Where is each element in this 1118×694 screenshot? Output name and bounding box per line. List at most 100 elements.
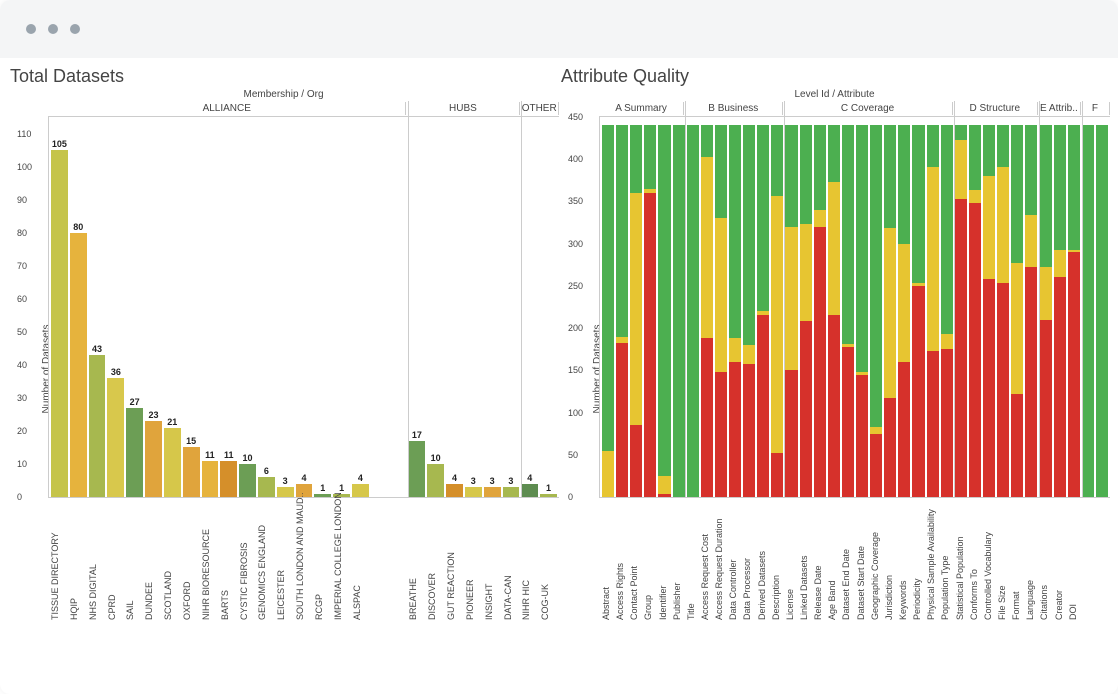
bar-slot[interactable] <box>828 125 840 497</box>
bar-segment-green[interactable] <box>602 125 614 450</box>
bar-segment-green[interactable] <box>814 125 826 209</box>
bar-segment-green[interactable] <box>701 125 713 156</box>
bar-slot[interactable] <box>898 125 910 497</box>
bar-segment-red[interactable] <box>1068 252 1080 497</box>
bar-slot[interactable] <box>983 125 995 497</box>
bar-segment-yellow[interactable] <box>997 167 1009 284</box>
bar-segment-green[interactable] <box>757 125 769 311</box>
bar-slot[interactable] <box>1011 125 1023 497</box>
bar-segment-red[interactable] <box>658 494 670 497</box>
bar-segment-green[interactable] <box>856 125 868 372</box>
bar[interactable] <box>126 408 143 497</box>
bar[interactable] <box>183 447 200 497</box>
bar-segment-green[interactable] <box>828 125 840 182</box>
bar-segment-red[interactable] <box>955 199 967 497</box>
bar-segment-red[interactable] <box>1054 277 1066 497</box>
bar-slot[interactable] <box>616 125 628 497</box>
bar-slot[interactable]: 11 <box>220 461 237 497</box>
bar-slot[interactable]: 36 <box>107 378 124 497</box>
bar-segment-green[interactable] <box>616 125 628 336</box>
bar-segment-red[interactable] <box>1039 320 1051 497</box>
bar-slot[interactable] <box>941 125 953 497</box>
bar-segment-green[interactable] <box>912 125 924 283</box>
bar-slot[interactable] <box>743 125 755 497</box>
bar-segment-red[interactable] <box>1025 267 1037 497</box>
bar[interactable] <box>540 494 557 497</box>
bar-segment-yellow[interactable] <box>701 157 713 339</box>
bar-slot[interactable]: 21 <box>164 428 181 497</box>
bar-segment-yellow[interactable] <box>955 140 967 199</box>
bar-segment-green[interactable] <box>955 125 967 139</box>
quality-chart-area[interactable]: 050100150200250300350400450 <box>599 117 1110 498</box>
bar-segment-red[interactable] <box>884 398 896 497</box>
bar-slot[interactable] <box>757 125 769 497</box>
bar-slot[interactable]: 4 <box>352 484 369 497</box>
bar-segment-green[interactable] <box>630 125 642 193</box>
bar[interactable] <box>239 464 256 497</box>
bar-slot[interactable] <box>856 125 868 497</box>
bar-segment-yellow[interactable] <box>814 210 826 227</box>
bar-slot[interactable]: 10 <box>427 464 444 497</box>
bar-segment-green[interactable] <box>870 125 882 426</box>
bar[interactable] <box>484 487 501 497</box>
bar[interactable] <box>202 461 219 497</box>
bar-slot[interactable] <box>687 125 699 497</box>
bar-slot[interactable] <box>1054 125 1066 497</box>
bar[interactable] <box>220 461 237 497</box>
bar-slot[interactable]: 17 <box>408 441 425 497</box>
bar-slot[interactable]: 15 <box>183 447 200 497</box>
bar-segment-green[interactable] <box>1096 125 1108 497</box>
bar-slot[interactable]: 3 <box>277 487 294 497</box>
bar-slot[interactable]: 3 <box>465 487 482 497</box>
bar-slot[interactable] <box>701 125 713 497</box>
bar-segment-yellow[interactable] <box>1039 267 1051 319</box>
bar-slot[interactable] <box>630 125 642 497</box>
bar-segment-yellow[interactable] <box>602 451 614 497</box>
bar-segment-red[interactable] <box>941 349 953 497</box>
bar[interactable] <box>427 464 444 497</box>
bar-segment-yellow[interactable] <box>729 338 741 362</box>
bar-segment-red[interactable] <box>927 351 939 497</box>
bar-segment-yellow[interactable] <box>969 190 981 203</box>
bar[interactable] <box>521 484 538 497</box>
bar-slot[interactable]: 3 <box>484 487 501 497</box>
bar-segment-green[interactable] <box>1082 125 1094 497</box>
bar-slot[interactable] <box>658 125 670 497</box>
bar-slot[interactable] <box>884 125 896 497</box>
bar-slot[interactable] <box>842 125 854 497</box>
bar[interactable] <box>314 494 331 497</box>
bar[interactable] <box>503 487 520 497</box>
bar-segment-yellow[interactable] <box>616 337 628 344</box>
bar-segment-green[interactable] <box>1025 125 1037 215</box>
bar-segment-red[interactable] <box>898 362 910 497</box>
bar-slot[interactable] <box>1039 125 1051 497</box>
bar[interactable] <box>446 484 463 497</box>
bar-slot[interactable]: 1 <box>540 494 557 497</box>
bar-slot[interactable] <box>785 125 797 497</box>
totals-chart-area[interactable]: 0102030405060708090100110105804336272321… <box>48 117 559 498</box>
bar-segment-yellow[interactable] <box>927 167 939 351</box>
bar-segment-yellow[interactable] <box>771 196 783 454</box>
bar-slot[interactable]: 4 <box>446 484 463 497</box>
bar-segment-green[interactable] <box>785 125 797 226</box>
bar-segment-red[interactable] <box>842 347 854 497</box>
bar-slot[interactable] <box>771 125 783 497</box>
bar-segment-green[interactable] <box>644 125 656 188</box>
bar-segment-yellow[interactable] <box>630 193 642 425</box>
bar-segment-red[interactable] <box>743 364 755 497</box>
bar-slot[interactable] <box>800 125 812 497</box>
bar-segment-yellow[interactable] <box>898 244 910 362</box>
bar-segment-green[interactable] <box>898 125 910 243</box>
bar-segment-green[interactable] <box>842 125 854 344</box>
bar[interactable] <box>164 428 181 497</box>
bar[interactable] <box>70 233 87 497</box>
bar-segment-green[interactable] <box>800 125 812 224</box>
bar-slot[interactable] <box>912 125 924 497</box>
bar-slot[interactable] <box>715 125 727 497</box>
bar[interactable] <box>89 355 106 497</box>
bar-segment-red[interactable] <box>701 338 713 497</box>
bar-segment-red[interactable] <box>969 203 981 497</box>
bar-segment-red[interactable] <box>630 425 642 497</box>
bar-slot[interactable]: 4 <box>521 484 538 497</box>
bar[interactable] <box>107 378 124 497</box>
